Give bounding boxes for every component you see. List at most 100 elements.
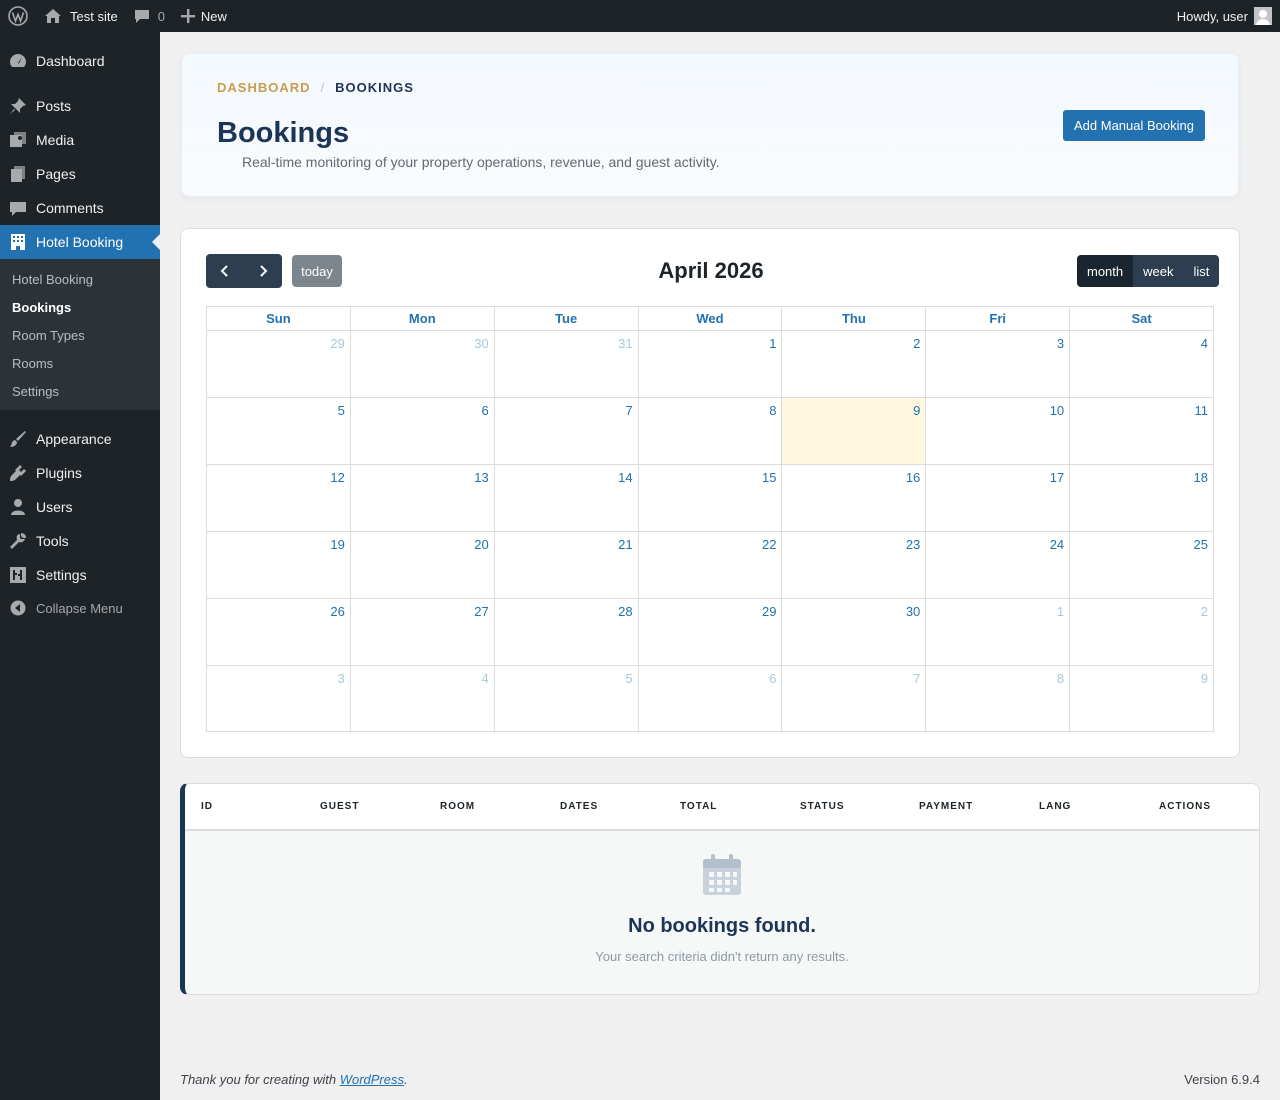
calendar-day[interactable]: 14 (495, 465, 639, 531)
sidebar-item-plugins[interactable]: Plugins (0, 456, 160, 490)
sidebar-item-comments[interactable]: Comments (0, 191, 160, 225)
column-header-total[interactable]: TOTAL (680, 801, 717, 812)
calendar-day[interactable]: 1 (926, 599, 1071, 665)
day-number[interactable]: 24 (1050, 537, 1064, 552)
view-month-button[interactable]: month (1077, 255, 1134, 287)
account-menu[interactable]: Howdy, user (1169, 0, 1280, 32)
day-number[interactable]: 7 (913, 671, 920, 686)
day-number[interactable]: 13 (474, 470, 488, 485)
sidebar-item-settings[interactable]: Settings (0, 558, 160, 592)
sidebar-item-dashboard[interactable]: Dashboard (0, 44, 160, 78)
today-button[interactable]: today (292, 255, 342, 287)
view-week-button[interactable]: week (1133, 255, 1184, 287)
day-number[interactable]: 3 (1057, 336, 1064, 351)
day-number[interactable]: 31 (618, 336, 632, 351)
site-name-link[interactable]: Test site (36, 0, 126, 32)
add-manual-booking-button[interactable]: Add Manual Booking (1063, 110, 1205, 141)
day-number[interactable]: 12 (330, 470, 344, 485)
day-number[interactable]: 6 (481, 403, 488, 418)
calendar-day[interactable]: 29 (639, 599, 783, 665)
day-number[interactable]: 8 (1057, 671, 1064, 686)
day-number[interactable]: 5 (338, 403, 345, 418)
day-number[interactable]: 4 (1201, 336, 1208, 351)
column-header-guest[interactable]: GUEST (320, 801, 359, 812)
day-number[interactable]: 5 (625, 671, 632, 686)
calendar-day[interactable]: 8 (639, 398, 783, 464)
comments-link[interactable]: 0 (126, 0, 173, 32)
column-header-payment[interactable]: PAYMENT (919, 801, 973, 812)
day-number[interactable]: 9 (1201, 671, 1208, 686)
calendar-day[interactable]: 20 (351, 532, 495, 598)
wordpress-link[interactable]: WordPress (340, 1072, 404, 1087)
calendar-day[interactable]: 25 (1070, 532, 1213, 598)
prev-month-button[interactable] (206, 254, 244, 288)
submenu-item-hotel-booking[interactable]: Hotel Booking (12, 272, 93, 287)
column-header-lang[interactable]: LANG (1039, 801, 1071, 812)
calendar-day[interactable]: 30 (351, 331, 495, 397)
calendar-day[interactable]: 8 (926, 666, 1071, 733)
next-month-button[interactable] (244, 254, 282, 288)
calendar-day[interactable]: 31 (495, 331, 639, 397)
calendar-day[interactable]: 3 (207, 666, 351, 733)
calendar-day[interactable]: 27 (351, 599, 495, 665)
column-header-actions[interactable]: ACTIONS (1159, 801, 1211, 812)
calendar-day[interactable]: 16 (782, 465, 927, 531)
day-number[interactable]: 2 (913, 336, 920, 351)
day-number[interactable]: 14 (618, 470, 632, 485)
day-number[interactable]: 15 (762, 470, 776, 485)
day-number[interactable]: 30 (906, 604, 920, 619)
breadcrumb-dashboard-link[interactable]: Dashboard (217, 80, 311, 95)
calendar-day[interactable]: 10 (926, 398, 1071, 464)
calendar-day[interactable]: 17 (926, 465, 1071, 531)
calendar-day[interactable]: 7 (495, 398, 639, 464)
calendar-day-today[interactable]: 9 (782, 398, 927, 464)
day-number[interactable]: 11 (1195, 403, 1209, 418)
calendar-day[interactable]: 1 (639, 331, 783, 397)
new-content-link[interactable]: New (173, 0, 235, 32)
day-number[interactable]: 30 (474, 336, 488, 351)
calendar-day[interactable]: 28 (495, 599, 639, 665)
calendar-day[interactable]: 21 (495, 532, 639, 598)
calendar-day[interactable]: 5 (495, 666, 639, 733)
sidebar-item-hotel-booking[interactable]: Hotel Booking (0, 225, 160, 259)
day-number[interactable]: 7 (625, 403, 632, 418)
day-number[interactable]: 19 (330, 537, 344, 552)
submenu-item-rooms[interactable]: Rooms (12, 356, 53, 371)
calendar-day[interactable]: 30 (782, 599, 927, 665)
day-number[interactable]: 9 (913, 403, 920, 418)
calendar-day[interactable]: 4 (1070, 331, 1213, 397)
day-number[interactable]: 26 (330, 604, 344, 619)
calendar-day[interactable]: 6 (639, 666, 783, 733)
day-number[interactable]: 4 (481, 671, 488, 686)
sidebar-item-posts[interactable]: Posts (0, 89, 160, 123)
submenu-item-bookings[interactable]: Bookings (12, 300, 71, 315)
calendar-day[interactable]: 6 (351, 398, 495, 464)
view-list-button[interactable]: list (1183, 255, 1220, 287)
calendar-day[interactable]: 18 (1070, 465, 1213, 531)
day-number[interactable]: 6 (769, 671, 776, 686)
calendar-day[interactable]: 2 (782, 331, 927, 397)
day-number[interactable]: 17 (1050, 470, 1064, 485)
day-number[interactable]: 1 (1057, 604, 1064, 619)
calendar-day[interactable]: 5 (207, 398, 351, 464)
sidebar-item-tools[interactable]: Tools (0, 524, 160, 558)
calendar-day[interactable]: 29 (207, 331, 351, 397)
day-number[interactable]: 25 (1194, 537, 1208, 552)
sidebar-item-pages[interactable]: Pages (0, 157, 160, 191)
sidebar-item-media[interactable]: Media (0, 123, 160, 157)
calendar-day[interactable]: 9 (1070, 666, 1213, 733)
day-number[interactable]: 27 (474, 604, 488, 619)
column-header-room[interactable]: ROOM (440, 801, 475, 812)
day-number[interactable]: 22 (762, 537, 776, 552)
calendar-day[interactable]: 24 (926, 532, 1071, 598)
sidebar-item-appearance[interactable]: Appearance (0, 422, 160, 456)
submenu-item-room-types[interactable]: Room Types (12, 328, 85, 343)
column-header-dates[interactable]: DATES (560, 801, 598, 812)
collapse-menu-button[interactable]: Collapse Menu (0, 591, 160, 625)
calendar-day[interactable]: 12 (207, 465, 351, 531)
calendar-day[interactable]: 11 (1070, 398, 1213, 464)
day-number[interactable]: 29 (330, 336, 344, 351)
calendar-day[interactable]: 15 (639, 465, 783, 531)
day-number[interactable]: 8 (769, 403, 776, 418)
day-number[interactable]: 21 (618, 537, 632, 552)
